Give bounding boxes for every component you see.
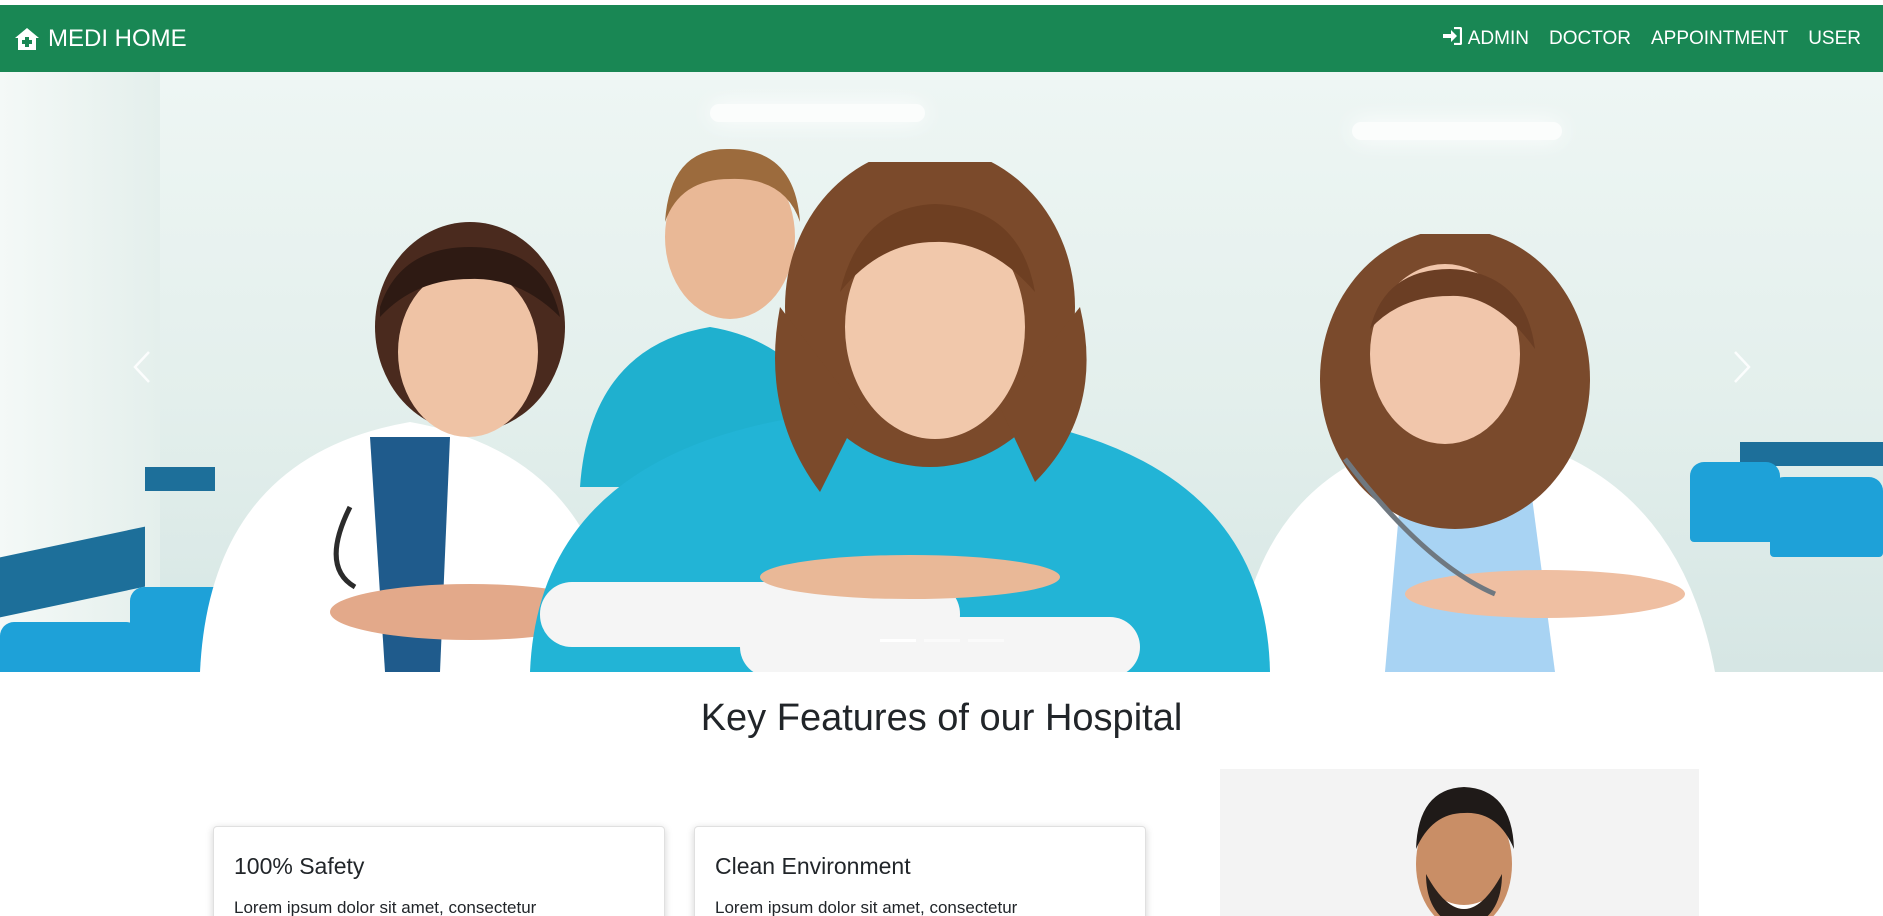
brand-name: MEDI HOME — [48, 24, 187, 52]
nav-links: ADMIN DOCTOR APPOINTMENT USER — [1442, 26, 1861, 51]
nav-link-appointment[interactable]: APPOINTMENT — [1651, 28, 1788, 50]
nav-link-user-label: USER — [1808, 27, 1861, 49]
nav-link-admin-label: ADMIN — [1467, 27, 1529, 49]
sign-in-icon — [1442, 26, 1462, 51]
doctor-portrait — [1416, 787, 1514, 916]
chevron-right-icon — [1734, 351, 1751, 383]
house-medical-icon — [14, 27, 40, 51]
nav-link-doctor[interactable]: DOCTOR — [1549, 28, 1631, 50]
ceiling-light — [710, 104, 925, 122]
doctor-right-figure — [1235, 234, 1715, 672]
nav-link-doctor-label: DOCTOR — [1548, 27, 1631, 49]
brand-link[interactable]: MEDI HOME — [14, 25, 187, 53]
doctor-image — [1220, 769, 1699, 916]
carousel-indicator-2[interactable] — [923, 639, 960, 642]
chevron-left-icon — [133, 351, 150, 383]
feature-card-clean-environment: Clean Environment Lorem ipsum dolor sit … — [694, 826, 1146, 916]
navbar: MEDI HOME ADMIN DOCTOR APPOINTMENT USER — [0, 5, 1883, 72]
features-heading: Key Features of our Hospital — [700, 697, 1183, 739]
feature-card-title: 100% Safety — [234, 853, 365, 879]
waiting-chair — [1770, 477, 1883, 557]
nav-link-appointment-label: APPOINTMENT — [1650, 27, 1789, 49]
feature-card-text: Lorem ipsum dolor sit amet, consectetur — [715, 898, 1018, 916]
nav-link-user[interactable]: USER — [1808, 28, 1861, 50]
feature-card-safety: 100% Safety Lorem ipsum dolor sit amet, … — [213, 826, 665, 916]
feature-card-text: Lorem ipsum dolor sit amet, consectetur — [234, 898, 537, 916]
nav-link-admin[interactable]: ADMIN — [1442, 26, 1529, 51]
ceiling-light — [1352, 122, 1562, 140]
doctor-center-figure — [530, 162, 1270, 672]
carousel-next-button[interactable] — [1722, 337, 1762, 397]
carousel-indicators — [0, 639, 1883, 642]
waiting-chair — [0, 622, 140, 672]
carousel-indicator-1[interactable] — [879, 639, 916, 642]
carousel-indicator-3[interactable] — [967, 639, 1004, 642]
feature-card-title: Clean Environment — [715, 853, 911, 879]
hero-carousel — [0, 72, 1883, 672]
carousel-prev-button[interactable] — [122, 337, 162, 397]
